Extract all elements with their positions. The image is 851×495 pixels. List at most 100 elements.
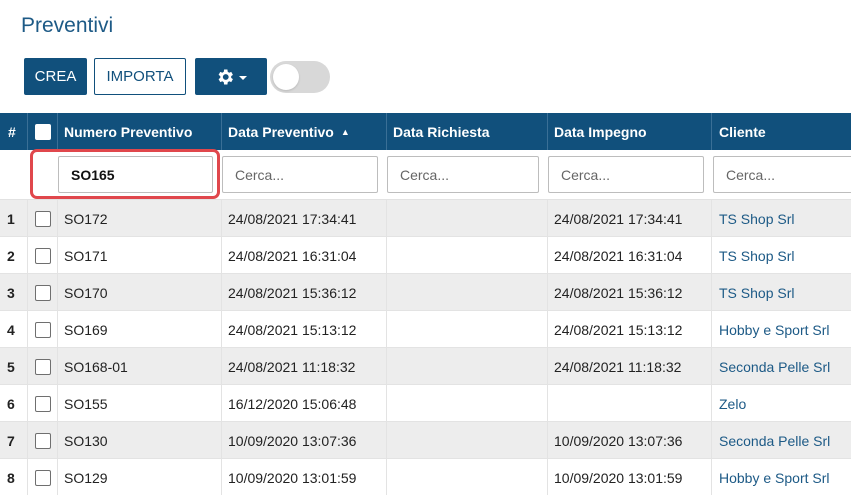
column-separator — [711, 459, 712, 495]
table-row[interactable]: 2 SO171 24/08/2021 16:31:04 24/08/2021 16:3… — [0, 237, 851, 274]
column-separator — [386, 274, 387, 310]
cell-data-preventivo: 16/12/2020 15:06:48 — [228, 395, 357, 412]
column-separator — [221, 459, 222, 495]
select-all-checkbox-cell[interactable] — [35, 113, 51, 150]
column-separator — [547, 237, 548, 273]
row-index: 7 — [7, 432, 15, 449]
table-row[interactable]: 1 SO172 24/08/2021 17:34:41 24/08/2021 17:3… — [0, 200, 851, 237]
column-separator — [386, 459, 387, 495]
column-separator — [221, 422, 222, 458]
sort-ascending-icon: ▲ — [340, 126, 350, 137]
column-separator — [386, 237, 387, 273]
column-separator — [711, 274, 712, 310]
view-toggle[interactable] — [270, 60, 330, 93]
row-checkbox[interactable] — [35, 395, 51, 412]
cell-data-impegno: 24/08/2021 11:18:32 — [554, 358, 682, 375]
row-checkbox[interactable] — [35, 358, 51, 375]
cell-data-impegno: 10/09/2020 13:01:59 — [554, 469, 683, 486]
row-checkbox[interactable] — [35, 284, 51, 301]
row-checkbox-cell[interactable] — [35, 274, 51, 311]
cell-numero-preventivo: SO170 — [64, 284, 108, 301]
table-row[interactable]: 5 SO168-01 24/08/2021 11:18:32 24/08/2021 1… — [0, 348, 851, 385]
filter-data-richiesta-input[interactable] — [387, 156, 539, 193]
cell-cliente[interactable]: Seconda Pelle Srl — [719, 422, 830, 459]
filter-cliente-input[interactable] — [713, 156, 851, 193]
row-checkbox[interactable] — [35, 321, 51, 338]
row-checkbox-cell[interactable] — [35, 385, 51, 422]
row-checkbox-cell[interactable] — [35, 237, 51, 274]
cell-data-impegno: 24/08/2021 17:34:41 — [554, 210, 683, 227]
row-checkbox[interactable] — [35, 210, 51, 227]
cell-data-preventivo: 24/08/2021 15:36:12 — [228, 284, 357, 301]
row-checkbox[interactable] — [35, 247, 51, 264]
highlight-box — [30, 149, 220, 199]
row-checkbox-cell[interactable] — [35, 422, 51, 459]
column-separator — [547, 200, 548, 236]
table-row[interactable]: 3 SO170 24/08/2021 15:36:12 24/08/2021 15:3… — [0, 274, 851, 311]
column-separator — [711, 311, 712, 347]
column-header-index: # — [8, 123, 16, 140]
settings-dropdown-button[interactable] — [195, 58, 267, 95]
column-separator — [711, 422, 712, 458]
row-checkbox-cell[interactable] — [35, 459, 51, 495]
select-all-checkbox[interactable] — [35, 123, 51, 140]
column-separator — [27, 113, 28, 150]
column-separator — [57, 237, 58, 273]
toolbar: CREA IMPORTA — [24, 58, 330, 95]
row-checkbox[interactable] — [35, 432, 51, 449]
cell-data-preventivo: 24/08/2021 11:18:32 — [228, 358, 356, 375]
filter-data-impegno-input[interactable] — [548, 156, 704, 193]
cell-cliente[interactable]: Seconda Pelle Srl — [719, 348, 830, 385]
cell-data-impegno: 24/08/2021 15:36:12 — [554, 284, 683, 301]
row-checkbox-cell[interactable] — [35, 200, 51, 237]
column-header-numero-preventivo[interactable]: Numero Preventivo — [64, 113, 192, 150]
cell-data-preventivo: 24/08/2021 15:13:12 — [228, 321, 357, 338]
crea-button[interactable]: CREA — [24, 58, 87, 95]
column-separator — [547, 311, 548, 347]
cell-numero-preventivo: SO168-01 — [64, 358, 128, 375]
cell-cliente[interactable]: TS Shop Srl — [719, 274, 794, 311]
row-checkbox[interactable] — [35, 469, 51, 486]
column-separator — [547, 385, 548, 421]
column-header-cliente[interactable]: Cliente — [719, 113, 766, 150]
cell-cliente[interactable]: Hobby e Sport Srl — [719, 459, 830, 495]
column-separator — [547, 348, 548, 384]
column-separator — [57, 200, 58, 236]
column-separator — [221, 274, 222, 310]
column-header-data-impegno[interactable]: Data Impegno — [554, 113, 647, 150]
column-separator — [711, 348, 712, 384]
cell-cliente[interactable]: Zelo — [719, 385, 746, 422]
filter-data-preventivo-input[interactable] — [222, 156, 378, 193]
column-header-data-preventivo[interactable]: Data Preventivo ▲ — [228, 113, 350, 150]
row-checkbox-cell[interactable] — [35, 348, 51, 385]
cell-cliente[interactable]: Hobby e Sport Srl — [719, 311, 830, 348]
column-separator — [27, 348, 28, 384]
row-index: 4 — [7, 321, 15, 338]
column-separator — [27, 237, 28, 273]
table-body: 1 SO172 24/08/2021 17:34:41 24/08/2021 17:3… — [0, 200, 851, 495]
cell-cliente[interactable]: TS Shop Srl — [719, 237, 794, 274]
column-separator — [27, 274, 28, 310]
table-row[interactable]: 6 SO155 16/12/2020 15:06:48 Zelo — [0, 385, 851, 422]
column-separator — [221, 200, 222, 236]
column-separator — [711, 385, 712, 421]
column-separator — [221, 348, 222, 384]
toggle-knob — [273, 63, 299, 90]
column-header-data-richiesta[interactable]: Data Richiesta — [393, 113, 489, 150]
table-row[interactable]: 8 SO129 10/09/2020 13:01:59 10/09/2020 13:0… — [0, 459, 851, 495]
cell-numero-preventivo: SO172 — [64, 210, 108, 227]
row-checkbox-cell[interactable] — [35, 311, 51, 348]
importa-button[interactable]: IMPORTA — [94, 58, 186, 95]
column-separator — [27, 422, 28, 458]
table-row[interactable]: 7 SO130 10/09/2020 13:07:36 10/09/2020 13:0… — [0, 422, 851, 459]
cell-data-impegno: 10/09/2020 13:07:36 — [554, 432, 683, 449]
column-separator — [221, 237, 222, 273]
column-header-data-preventivo-label: Data Preventivo — [228, 123, 334, 140]
column-separator — [57, 311, 58, 347]
row-index: 5 — [7, 358, 15, 375]
table-row[interactable]: 4 SO169 24/08/2021 15:13:12 24/08/2021 15:1… — [0, 311, 851, 348]
column-separator — [57, 459, 58, 495]
column-separator — [547, 274, 548, 310]
cell-cliente[interactable]: TS Shop Srl — [719, 200, 794, 237]
column-separator — [57, 348, 58, 384]
